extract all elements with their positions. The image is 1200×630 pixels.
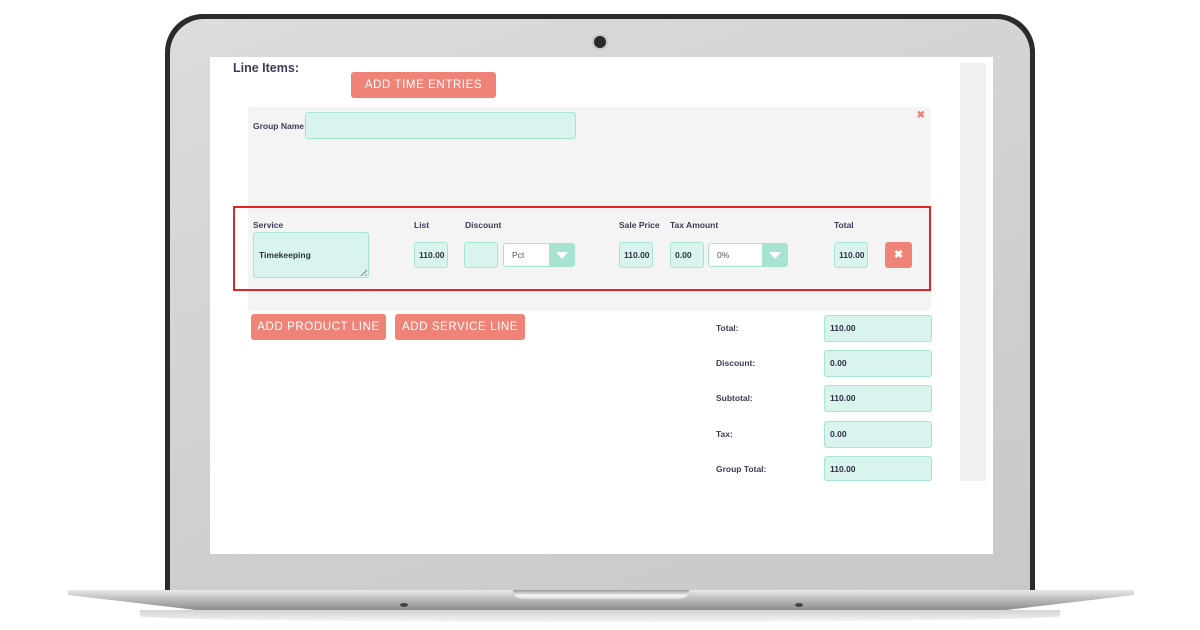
- group-name-label: Group Name:: [253, 121, 307, 131]
- discount-type-value: Pct: [512, 250, 525, 260]
- laptop-shadow: [140, 610, 1060, 622]
- summary-group-total-label: Group Total:: [716, 464, 767, 474]
- column-sale-price: Sale Price: [619, 220, 660, 230]
- group-name-input[interactable]: [305, 112, 576, 139]
- close-icon: ✖: [893, 249, 904, 261]
- laptop-foot: [795, 603, 803, 607]
- add-time-entries-button[interactable]: ADD TIME ENTRIES: [351, 72, 496, 98]
- screen: Line Items: ADD TIME ENTRIES ✖ Group Nam…: [210, 57, 993, 554]
- list-price-input[interactable]: 110.00: [414, 242, 448, 268]
- resize-handle-icon[interactable]: [358, 267, 367, 276]
- laptop-notch: [513, 590, 689, 599]
- summary-total-label: Total:: [716, 323, 739, 333]
- summary-total-field[interactable]: 110.00: [824, 315, 932, 342]
- column-tax-amount: Tax Amount: [670, 220, 719, 230]
- summary-subtotal-label: Subtotal:: [716, 393, 753, 403]
- column-service: Service: [253, 220, 284, 230]
- camera-icon: [594, 36, 606, 48]
- delete-line-button[interactable]: ✖: [885, 242, 912, 268]
- tax-rate-value: 0%: [717, 250, 730, 260]
- service-textarea[interactable]: Timekeeping: [253, 232, 369, 278]
- column-list: List: [414, 220, 430, 230]
- summary-tax-field[interactable]: 0.00: [824, 421, 932, 448]
- add-product-line-button[interactable]: ADD PRODUCT LINE: [251, 314, 386, 340]
- summary-subtotal-field[interactable]: 110.00: [824, 385, 932, 412]
- discount-type-select[interactable]: Pct: [503, 243, 575, 267]
- laptop-foot: [400, 603, 408, 607]
- sale-price-input[interactable]: 110.00: [619, 242, 653, 268]
- summary-discount-field[interactable]: 0.00: [824, 350, 932, 377]
- line-total-input[interactable]: 110.00: [834, 242, 868, 268]
- column-discount: Discount: [465, 220, 502, 230]
- chevron-down-icon: [549, 244, 574, 266]
- scrollbar[interactable]: [960, 63, 986, 481]
- chevron-down-icon: [762, 244, 787, 266]
- remove-group-icon[interactable]: ✖: [917, 110, 925, 121]
- line-items-heading: Line Items:: [233, 61, 299, 75]
- summary-discount-label: Discount:: [716, 358, 756, 368]
- service-value: Timekeeping: [259, 250, 311, 260]
- add-service-line-button[interactable]: ADD SERVICE LINE: [395, 314, 525, 340]
- tax-amount-input[interactable]: 0.00: [670, 242, 704, 268]
- column-total: Total: [834, 220, 854, 230]
- tax-rate-select[interactable]: 0%: [708, 243, 788, 267]
- summary-group-total-field[interactable]: 110.00: [824, 456, 932, 481]
- discount-input[interactable]: [464, 242, 498, 268]
- summary-tax-label: Tax:: [716, 429, 733, 439]
